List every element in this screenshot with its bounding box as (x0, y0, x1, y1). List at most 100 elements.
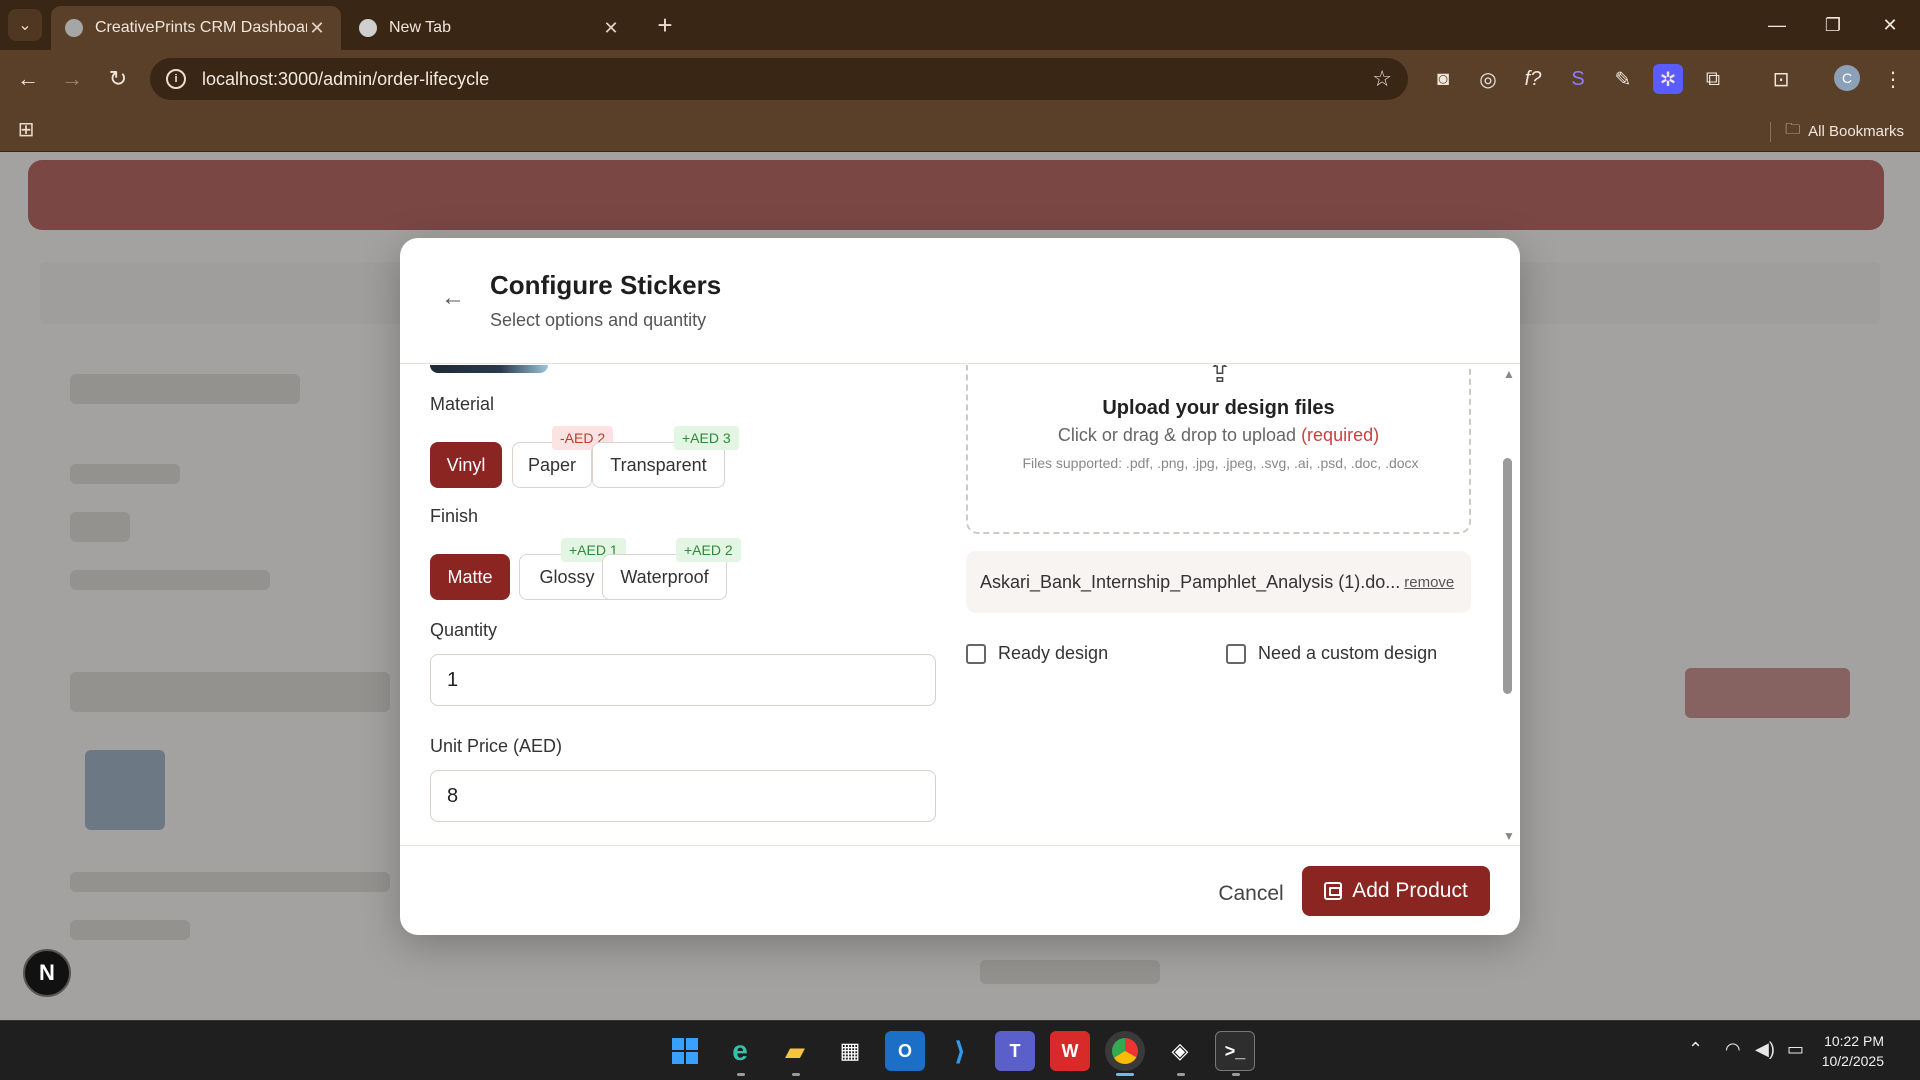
cancel-button[interactable]: Cancel (1190, 870, 1312, 918)
teams-icon[interactable]: T (995, 1031, 1035, 1071)
configure-product-modal: ← Configure Stickers Select options and … (400, 238, 1520, 935)
product-image (430, 365, 548, 373)
finish-label: Finish (430, 506, 479, 526)
url-text: localhost:3000/admin/order-lifecycle (202, 68, 490, 89)
edge-browser-icon[interactable]: e (720, 1031, 760, 1071)
chevron-up-icon[interactable]: ⌃ (1688, 1039, 1703, 1060)
vscode-icon[interactable]: ⟩ (940, 1031, 980, 1071)
all-bookmarks-button[interactable]: 🗀 All Bookmarks (1770, 119, 1904, 144)
close-window-icon[interactable]: ✕ (1870, 8, 1910, 42)
uploaded-file-row: Askari_Bank_Internship_Pamphlet_Analysis… (966, 551, 1471, 613)
divider (1770, 121, 1772, 142)
restore-icon[interactable]: ❐ (1813, 8, 1853, 42)
nextjs-dev-badge[interactable]: N (23, 949, 71, 997)
files-supported-text: Files supported: .pdf, .png, .jpg, .jpeg… (1022, 455, 1419, 471)
new-tab-button[interactable]: + (650, 10, 680, 40)
globe-icon (65, 19, 83, 37)
tab-crm-dashboard[interactable]: CreativePrints CRM Dashboard ✕ (51, 6, 341, 50)
close-tab-icon[interactable]: ✕ (601, 18, 621, 39)
running-indicator (792, 1073, 800, 1076)
price-modifier-badge: +AED 3 (674, 426, 739, 450)
windows-taskbar: e ▰ ▦ O ⟩ T W ◈ >_ ⌃ ◠ ◀) ▭ 10:22 PM 10/… (0, 1020, 1920, 1080)
custom-design-label: Need a custom design (1258, 643, 1438, 663)
wifi-icon[interactable]: ◠ (1725, 1039, 1741, 1060)
upload-subtitle: Click or drag & drop to upload (required… (968, 425, 1469, 446)
ready-design-checkbox[interactable]: Ready design (966, 643, 1108, 664)
volume-icon[interactable]: ◀) (1755, 1039, 1775, 1060)
uploaded-file-name: Askari_Bank_Internship_Pamphlet_Analysis… (980, 571, 1401, 592)
required-marker: (required) (1301, 425, 1380, 445)
running-indicator (1232, 1073, 1240, 1076)
remove-file-link[interactable]: remove (1404, 574, 1454, 591)
minimize-icon[interactable]: — (1757, 8, 1797, 42)
formula-icon[interactable]: f? (1518, 64, 1548, 94)
unit-price-input[interactable]: 8 (430, 770, 936, 822)
system-clock[interactable]: 10:22 PM 10/2/2025 (1822, 1031, 1884, 1071)
folder-icon: 🗀 (1785, 121, 1801, 138)
ready-design-label: Ready design (998, 643, 1109, 663)
browser-toolbar: ← → ↻ i localhost:3000/admin/order-lifec… (0, 50, 1920, 108)
chevron-down-icon: ⌄ (18, 17, 32, 34)
wps-office-icon[interactable]: W (1050, 1031, 1090, 1071)
address-bar[interactable]: i localhost:3000/admin/order-lifecycle ☆ (150, 58, 1408, 100)
reload-icon[interactable]: ↻ (102, 63, 134, 95)
back-icon[interactable]: ← (12, 63, 44, 95)
upload-icon: ⇪ (1207, 365, 1233, 389)
battery-icon[interactable]: ▭ (1787, 1039, 1804, 1060)
gear-extension-icon[interactable]: ✲ (1653, 64, 1683, 94)
chrome-icon[interactable] (1105, 1031, 1145, 1071)
kebab-menu-icon[interactable]: ⋮ (1878, 64, 1908, 94)
add-product-button[interactable]: Add Product (1302, 866, 1490, 916)
file-explorer-icon[interactable]: ▰ (775, 1031, 815, 1071)
tab-title: CreativePrints CRM Dashboard (95, 19, 307, 36)
upload-dropzone[interactable]: ⇪ Upload your design files Click or drag… (966, 365, 1471, 534)
profile-avatar[interactable]: C (1834, 65, 1860, 91)
modal-title: Configure Stickers (490, 270, 722, 300)
close-tab-icon[interactable]: ✕ (307, 18, 327, 39)
bookmarks-bar: ⊞ 🗀 All Bookmarks (0, 108, 1920, 152)
back-arrow-icon[interactable]: ← (438, 283, 468, 313)
site-info-icon[interactable]: i (166, 69, 186, 89)
start-menu-icon[interactable] (665, 1031, 705, 1071)
upload-title: Upload your design files (1102, 397, 1335, 419)
outlook-icon[interactable]: O (885, 1031, 925, 1071)
material-label: Material (430, 394, 495, 414)
forward-icon[interactable]: → (56, 63, 88, 95)
compass-icon[interactable]: ◎ (1473, 64, 1503, 94)
s-extension-icon[interactable]: S (1563, 64, 1593, 94)
scroll-down-icon[interactable]: ▼ (1503, 829, 1515, 843)
browser-tabstrip: ⌄ CreativePrints CRM Dashboard ✕ New Tab… (0, 0, 1920, 50)
bookmark-star-icon[interactable]: ☆ (1372, 66, 1392, 92)
puzzle-icon[interactable]: ⧉ (1698, 64, 1728, 94)
modal-subtitle: Select options and quantity (490, 310, 707, 330)
tab-search-button[interactable]: ⌄ (8, 9, 42, 41)
clock-date: 10/2/2025 (1821, 1053, 1884, 1069)
add-product-label: Add Product (1352, 879, 1468, 902)
chrome-icon (359, 19, 377, 37)
checkbox-box[interactable] (966, 643, 986, 664)
camera-icon[interactable]: ◙ (1428, 64, 1458, 94)
eyedropper-icon[interactable]: ✎ (1608, 64, 1638, 94)
checkbox-box[interactable] (1226, 643, 1246, 664)
apps-grid-icon[interactable]: ⊞ (14, 117, 38, 141)
app-icon[interactable]: ◈ (1160, 1031, 1200, 1071)
terminal-icon[interactable]: >_ (1215, 1031, 1255, 1071)
custom-design-checkbox[interactable]: Need a custom design (1226, 643, 1437, 664)
store-icon[interactable]: ▦ (830, 1031, 870, 1071)
unit-price-label: Unit Price (AED) (430, 736, 563, 756)
tab-new-tab[interactable]: New Tab ✕ (345, 6, 635, 50)
modal-scrollbar[interactable]: ▲ ▼ (1500, 365, 1515, 845)
finish-option-matte[interactable]: Matte (430, 554, 510, 600)
scroll-up-icon[interactable]: ▲ (1503, 367, 1515, 381)
tab-title: New Tab (389, 19, 451, 36)
price-modifier-badge: +AED 2 (676, 538, 741, 562)
material-option-vinyl[interactable]: Vinyl (430, 442, 502, 488)
upload-instruction: Click or drag & drop to upload (1057, 425, 1297, 445)
quantity-label: Quantity (430, 620, 498, 640)
screenshot-icon[interactable]: ⊡ (1766, 64, 1796, 94)
save-icon (1324, 882, 1343, 900)
scrollbar-thumb[interactable] (1503, 458, 1512, 694)
clock-time: 10:22 PM (1824, 1033, 1884, 1049)
quantity-input[interactable]: 1 (430, 654, 936, 706)
modal-header: ← Configure Stickers Select options and … (400, 238, 1520, 364)
